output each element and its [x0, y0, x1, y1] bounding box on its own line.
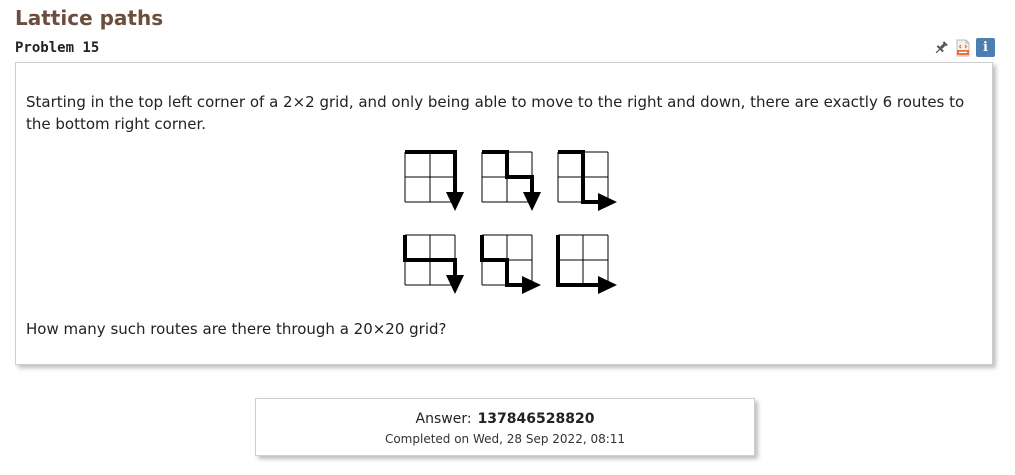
- route-diagram-4: [403, 234, 464, 294]
- problem-intro: Starting in the top left corner of a 2×2…: [26, 93, 965, 133]
- route-diagram-1: [404, 150, 464, 211]
- route-diagram-6: [556, 234, 617, 294]
- route-diagram-3: [557, 150, 617, 211]
- answer-label: Answer:: [415, 411, 472, 427]
- toolbar-icons: i: [932, 38, 995, 57]
- html-file-icon[interactable]: [954, 39, 972, 57]
- page-title: Lattice paths: [15, 6, 164, 30]
- info-icon[interactable]: i: [976, 38, 995, 57]
- completed-timestamp: Completed on Wed, 28 Sep 2022, 08:11: [384, 432, 626, 446]
- lattice-diagrams: [401, 148, 617, 308]
- pin-icon[interactable]: [932, 39, 950, 57]
- answer-panel: Answer: 137846528820 Completed on Wed, 28…: [255, 398, 755, 456]
- answer-value: 137846528820: [477, 411, 595, 427]
- answer-line: Answer: 137846528820: [256, 410, 754, 428]
- problem-question: How many such routes are there through a…: [26, 320, 447, 338]
- problem-number: Problem 15: [15, 40, 100, 56]
- route-diagram-5: [480, 234, 541, 294]
- route-diagram-2: [481, 150, 541, 211]
- problem-content: Starting in the top left corner of a 2×2…: [15, 62, 993, 365]
